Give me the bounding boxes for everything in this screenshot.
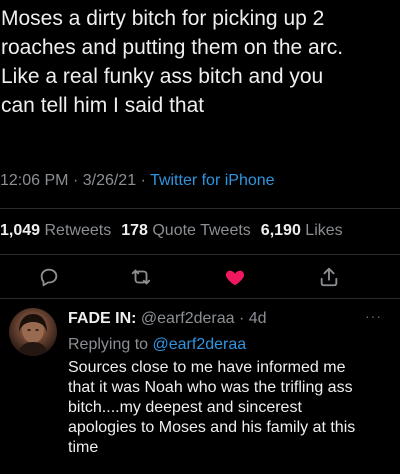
- reply-author-handle[interactable]: @earf2deraa: [141, 310, 235, 327]
- likes-count: 6,190: [260, 222, 301, 239]
- tweet-source-link[interactable]: Twitter for iPhone: [150, 172, 275, 189]
- retweets-count: 1,049: [0, 222, 41, 239]
- reply-age[interactable]: 4d: [249, 310, 267, 327]
- quotes-count: 178: [121, 222, 148, 239]
- avatar-image: [17, 314, 49, 356]
- tweet-meta: 12:06 PM · 3/26/21 · Twitter for iPhone: [0, 172, 275, 190]
- replying-prefix: Replying to: [68, 336, 149, 353]
- divider-3: [0, 298, 400, 299]
- share-icon: [320, 267, 338, 287]
- reply-author-name[interactable]: FADE IN:: [68, 310, 136, 327]
- tweet-stats: 1,049 Retweets 178 Quote Tweets 6,190 Like…: [0, 222, 343, 240]
- tweet-time: 12:06 PM: [0, 172, 69, 189]
- avatar[interactable]: [9, 308, 57, 356]
- quotes-stat[interactable]: 178 Quote Tweets: [121, 222, 251, 239]
- divider: [0, 208, 400, 209]
- retweet-button[interactable]: [128, 264, 154, 290]
- reply-button[interactable]: [36, 264, 62, 290]
- tweet-text: Moses a dirty bitch for picking up 2 roa…: [1, 7, 344, 117]
- meta-separator: ·: [72, 172, 79, 189]
- retweet-icon: [131, 269, 151, 285]
- tweet-actions: [0, 262, 400, 292]
- reply-text: Sources close to me have informed me tha…: [68, 359, 356, 456]
- more-options-icon[interactable]: ···: [365, 308, 382, 324]
- meta-separator-2: ·: [140, 172, 146, 189]
- share-button[interactable]: [316, 264, 342, 290]
- main-tweet: Moses a dirty bitch for picking up 2 roa…: [0, 4, 400, 120]
- speech-bubble-icon: [40, 268, 58, 287]
- heart-icon: [225, 270, 245, 286]
- retweets-stat[interactable]: 1,049 Retweets: [0, 222, 111, 239]
- replying-to: Replying to @earf2deraa: [68, 336, 246, 354]
- divider-2: [0, 254, 400, 255]
- likes-label: Likes: [305, 222, 343, 239]
- reply-tweet[interactable]: FADE IN: @earf2deraa · 4d ··· Replying t…: [0, 300, 400, 474]
- reply-header: FADE IN: @earf2deraa · 4d: [68, 310, 267, 328]
- like-button[interactable]: [222, 264, 248, 290]
- retweets-label: Retweets: [44, 222, 112, 239]
- reply-separator: ·: [239, 310, 245, 327]
- likes-stat[interactable]: 6,190 Likes: [261, 222, 343, 239]
- tweet-date: 3/26/21: [82, 172, 137, 189]
- replying-handle-link[interactable]: @earf2deraa: [153, 336, 247, 353]
- quotes-label: Quote Tweets: [152, 222, 251, 239]
